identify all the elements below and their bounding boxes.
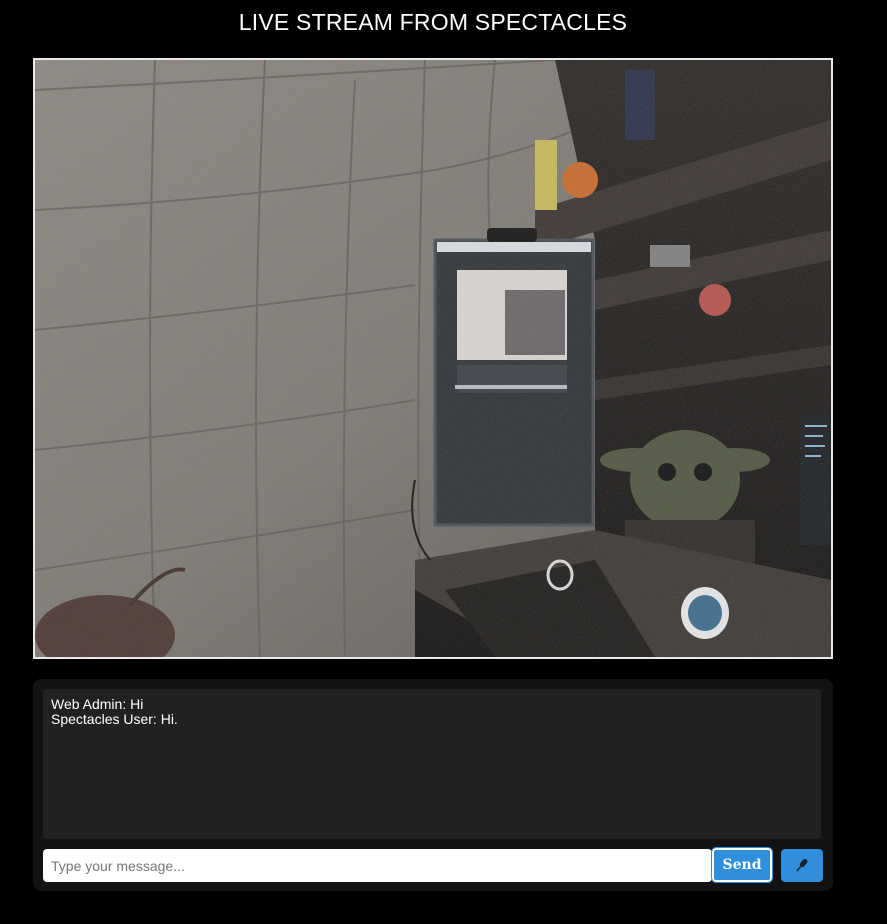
chat-panel: Web Admin: Hi Spectacles User: Hi. Send <box>33 679 833 891</box>
live-stream-video <box>33 58 833 659</box>
microphone-button[interactable] <box>781 849 823 882</box>
chat-message: Spectacles User: Hi. <box>51 711 178 727</box>
chat-log: Web Admin: Hi Spectacles User: Hi. <box>43 689 821 839</box>
chat-message: Web Admin: Hi <box>51 696 144 712</box>
microphone-icon <box>796 859 808 872</box>
page-title: LIVE STREAM FROM SPECTACLES <box>238 9 628 35</box>
send-button[interactable]: Send <box>711 847 773 883</box>
message-input[interactable] <box>43 849 712 882</box>
